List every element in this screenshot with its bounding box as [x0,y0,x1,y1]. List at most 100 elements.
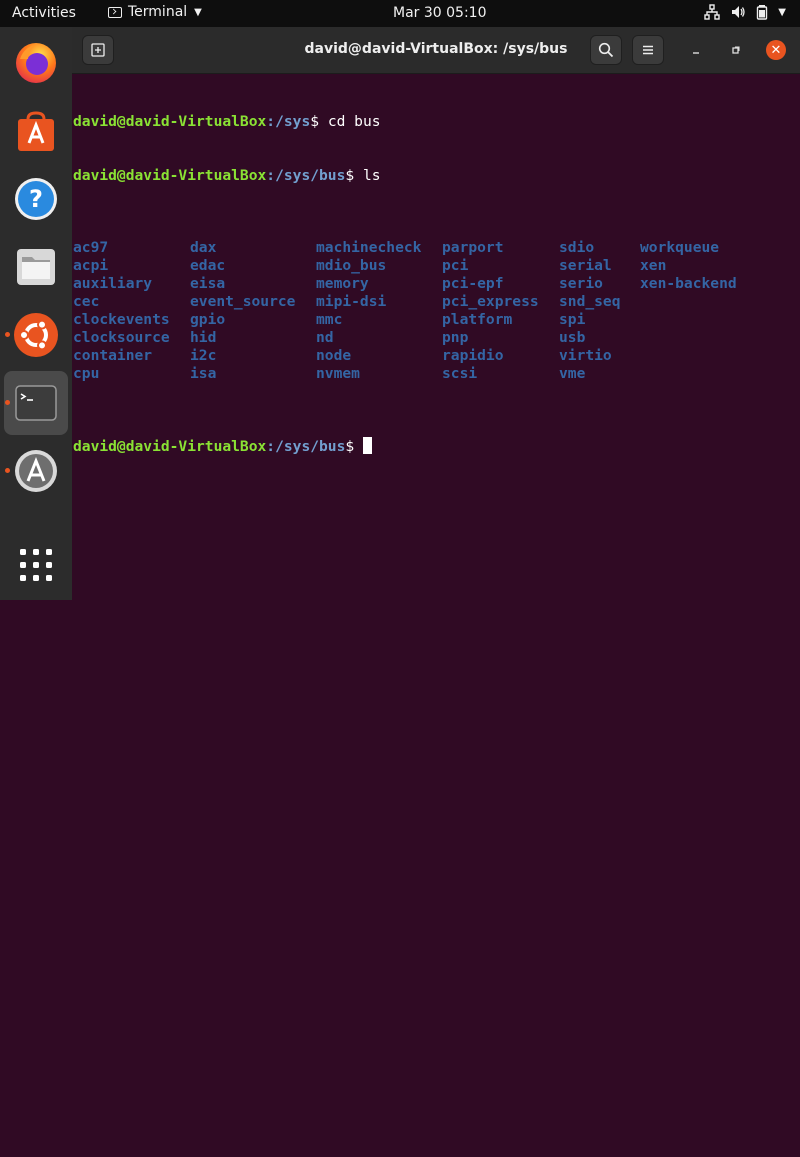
maximize-icon [732,46,740,54]
battery-icon [757,5,768,20]
show-apps-icon [20,549,52,581]
terminal-line: david@david-VirtualBox:/sys/bus$ ls [73,167,793,185]
dir-entry: xen-backend [640,275,737,292]
dir-entry: sdio [559,239,595,256]
running-indicator [5,400,10,405]
dir-entry: vme [559,365,586,382]
dock-item-updater[interactable] [4,439,68,503]
prompt-dollar: $ [310,113,320,130]
terminal-line: david@david-VirtualBox:/sys/bus$ [73,437,793,455]
volume-icon [732,6,745,18]
running-indicator [5,468,10,473]
app-menu[interactable]: Terminal ▼ [108,4,202,20]
dock-item-files[interactable] [4,235,68,299]
prompt-user-host: david@david-VirtualBox [73,113,267,130]
dir-entry: workqueue [640,239,720,256]
dock-item-ubuntu[interactable] [4,303,68,367]
hamburger-menu-icon [643,45,653,55]
dir-entry: ac97 [73,239,109,256]
dir-entry: clockevents [73,311,170,328]
terminal-window: david@david-VirtualBox: /sys/bus ✕ david… [72,27,800,600]
dir-entry: cpu [73,365,100,382]
dir-entry: platform [442,311,513,328]
minimize-icon [693,52,699,54]
ls-output: ac97 acpi auxiliary cec clockevents cloc… [73,239,793,383]
close-icon: ✕ [770,42,782,58]
menu-button[interactable] [632,35,664,65]
dir-entry: event_source [190,293,296,310]
activities-button[interactable]: Activities [12,5,76,21]
text-cursor [362,437,372,454]
dir-entry: machinecheck [316,239,422,256]
dir-entry: edac [190,257,226,274]
prompt-dollar: $ [345,438,355,455]
dir-entry: container [73,347,153,364]
title-bar[interactable]: david@david-VirtualBox: /sys/bus ✕ [72,27,800,74]
dir-entry: scsi [442,365,478,382]
software-updater-icon [15,450,57,492]
running-indicator [5,332,10,337]
terminal-icon [15,385,57,421]
dir-entry: rapidio [442,347,504,364]
search-button[interactable] [590,35,622,65]
dir-entry: serial [559,257,612,274]
ubuntu-icon [14,313,58,357]
command-text: ls [354,167,381,184]
dock: ? [0,27,72,600]
close-button[interactable]: ✕ [766,40,786,60]
command-text: cd bus [319,113,381,130]
dir-entry: hid [190,329,217,346]
dir-entry: pci [442,257,469,274]
dock-item-terminal[interactable] [4,371,68,435]
dir-entry: node [316,347,352,364]
prompt-user-host: david@david-VirtualBox [73,167,267,184]
dock-item-software[interactable] [4,99,68,163]
network-icon [704,4,720,20]
clock[interactable]: Mar 30 05:10 [393,5,486,21]
dir-entry: snd_seq [559,293,621,310]
prompt-path: :/sys [266,113,311,130]
terminal-small-icon [108,6,122,18]
dir-entry: auxiliary [73,275,153,292]
search-icon [598,42,614,58]
dir-entry: i2c [190,347,217,364]
dir-entry: dax [190,239,217,256]
files-icon [17,249,55,285]
app-menu-label: Terminal [128,4,188,20]
dir-entry: nd [316,329,334,346]
dir-entry: pci-epf [442,275,504,292]
dir-entry: clocksource [73,329,170,346]
help-icon: ? [15,178,57,220]
terminal-output[interactable]: david@david-VirtualBox:/sys$ cd bus davi… [73,77,793,491]
dir-entry: nvmem [316,365,360,382]
software-store-icon [18,111,54,151]
dir-entry: isa [190,365,217,382]
maximize-button[interactable] [727,41,745,59]
top-bar: Activities Terminal ▼ Mar 30 05:10 ▼ [0,0,800,27]
dir-entry: gpio [190,311,226,328]
svg-text:?: ? [29,185,43,213]
prompt-path: :/sys/bus [266,167,346,184]
dir-entry: spi [559,311,586,328]
dock-item-firefox[interactable] [4,31,68,95]
dir-entry: mipi-dsi [316,293,387,310]
dir-entry: mdio_bus [316,257,387,274]
minimize-button[interactable] [687,41,705,59]
firefox-icon [16,43,56,83]
dock-item-help[interactable]: ? [4,167,68,231]
dir-entry: memory [316,275,369,292]
dir-entry: parport [442,239,504,256]
system-tray[interactable]: ▼ [704,4,786,20]
dir-entry: eisa [190,275,226,292]
dir-entry: serio [559,275,603,292]
dir-entry: acpi [73,257,109,274]
dock-item-show-apps[interactable] [4,533,68,597]
dir-entry: virtio [559,347,612,364]
caret-down-icon: ▼ [194,6,202,18]
prompt-dollar: $ [345,167,355,184]
dir-entry: usb [559,329,586,346]
dir-entry: cec [73,293,100,310]
dir-entry: pnp [442,329,469,346]
dir-entry: pci_express [442,293,539,310]
dir-entry: xen [640,257,667,274]
